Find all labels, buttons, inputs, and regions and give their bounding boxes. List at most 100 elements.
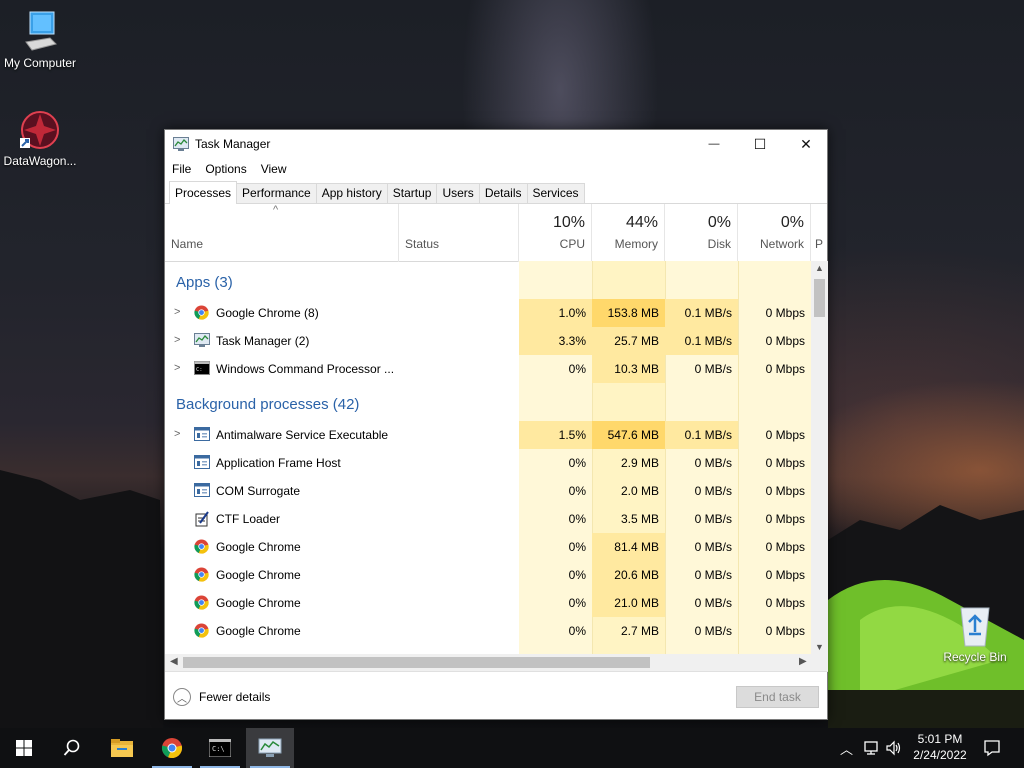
vertical-scrollbar[interactable]: ▲ ▼ [811, 261, 828, 654]
process-name: Windows Command Processor ... [216, 362, 395, 376]
process-network: 0 Mbps [765, 540, 805, 554]
process-disk: 0 MB/s [694, 484, 732, 498]
column-power-partial[interactable]: P [811, 204, 828, 262]
process-name: Google Chrome [216, 596, 301, 610]
taskbar-file-explorer[interactable] [98, 728, 146, 768]
taskbar-cmd[interactable]: C:\ [196, 728, 244, 768]
expand-chevron-icon[interactable]: > [174, 334, 180, 346]
svg-text:C:\: C:\ [212, 745, 225, 753]
process-row[interactable]: COM Surrogate 0% 2.0 MB 0 MB/s 0 Mbps [165, 477, 811, 505]
column-name[interactable]: ^ Name [165, 204, 399, 262]
process-cpu: 0% [568, 568, 586, 582]
menu-options[interactable]: Options [205, 162, 246, 176]
process-network: 0 Mbps [765, 428, 805, 442]
column-memory-label: Memory [614, 237, 658, 251]
scroll-thumb[interactable] [814, 279, 825, 317]
process-disk: 0 MB/s [694, 596, 732, 610]
expand-chevron-icon[interactable]: > [174, 306, 180, 318]
tab-services[interactable]: Services [526, 183, 585, 203]
process-name: CTF Loader [216, 512, 281, 526]
process-disk: 0 MB/s [694, 456, 732, 470]
process-network: 0 Mbps [765, 596, 805, 610]
process-network: 0 Mbps [765, 456, 805, 470]
close-button[interactable]: ✕ [783, 130, 829, 158]
process-row[interactable]: > Google Chrome (8) 1.0% 153.8 MB 0.1 MB/s 0 … [165, 299, 811, 327]
start-button[interactable] [0, 728, 48, 768]
taskbar: C:\ ︿ 5:01 PM 2/24/2022 [0, 728, 1024, 768]
column-cpu[interactable]: 10% CPU [519, 204, 592, 262]
search-button[interactable] [48, 728, 96, 768]
process-memory: 153.8 MB [592, 299, 665, 327]
process-row[interactable]: Google Chrome 0% 21.0 MB 0 MB/s 0 Mbps [165, 589, 811, 617]
service-icon [194, 483, 210, 498]
process-name: Task Manager (2) [216, 334, 310, 348]
process-row[interactable]: Application Frame Host 0% 2.9 MB 0 MB/s 0 Mb… [165, 449, 811, 477]
process-memory: 3.5 MB [620, 512, 659, 526]
tab-details[interactable]: Details [478, 183, 528, 203]
tab-performance[interactable]: Performance [236, 183, 317, 203]
scroll-up-icon[interactable]: ▲ [815, 263, 824, 273]
show-hidden-icons-chevron-icon[interactable]: ︿ [840, 739, 853, 758]
clock[interactable]: 5:01 PM 2/24/2022 [908, 731, 972, 763]
minimize-button[interactable]: — [691, 130, 737, 158]
hscroll-thumb[interactable] [183, 657, 650, 668]
process-row[interactable]: CTF Loader 0% 3.5 MB 0 MB/s 0 Mbps [165, 505, 811, 533]
task-manager-icon [173, 137, 189, 151]
process-cpu: 1.5% [519, 421, 592, 449]
horizontal-scrollbar[interactable]: ◀ ▶ [165, 654, 828, 671]
column-header: ^ Name Status 10% CPU 44% Memory 0% Disk… [165, 204, 827, 262]
column-status[interactable]: Status [399, 204, 519, 262]
menu-file[interactable]: File [172, 162, 191, 176]
expand-chevron-icon[interactable]: > [174, 428, 180, 440]
task-manager-window: Task Manager — ☐ ✕ File Options View Pro… [164, 129, 828, 720]
volume-icon[interactable] [886, 740, 902, 756]
footer-bar: ︿ Fewer details End task [165, 671, 828, 720]
process-memory: 2.0 MB [620, 484, 659, 498]
desktop-icon-recycle-bin[interactable]: Recycle Bin [935, 602, 1015, 664]
process-row[interactable]: > C: Windows Command Processor ... 0% 10.3 M… [165, 355, 811, 383]
process-memory: 21.0 MB [592, 589, 665, 617]
tab-startup[interactable]: Startup [386, 183, 438, 203]
group-header-apps: Apps (3) [176, 274, 233, 291]
maximize-button[interactable]: ☐ [737, 130, 783, 158]
column-name-label: Name [171, 237, 204, 251]
window-title: Task Manager [195, 137, 271, 151]
expand-chevron-icon[interactable]: > [174, 362, 180, 374]
column-disk[interactable]: 0% Disk [665, 204, 738, 262]
end-task-button[interactable]: End task [736, 686, 819, 708]
taskbar-chrome[interactable] [148, 728, 196, 768]
search-icon [63, 739, 80, 756]
scroll-down-icon[interactable]: ▼ [815, 642, 824, 652]
taskbar-task-manager[interactable] [246, 728, 294, 768]
menu-view[interactable]: View [261, 162, 287, 176]
task-manager-icon [194, 333, 210, 348]
process-cpu: 0% [568, 596, 586, 610]
tab-users[interactable]: Users [436, 183, 480, 203]
chrome-icon [194, 595, 209, 610]
process-row[interactable]: Google Chrome 0% 20.6 MB 0 MB/s 0 Mbps [165, 561, 811, 589]
scroll-right-icon[interactable]: ▶ [799, 656, 807, 667]
network-icon[interactable] [864, 740, 880, 756]
minimize-icon: — [708, 138, 720, 150]
process-name: Google Chrome [216, 540, 301, 554]
tab-processes[interactable]: Processes [169, 181, 238, 204]
scroll-left-icon[interactable]: ◀ [170, 656, 178, 667]
process-row[interactable]: Google Chrome 0% 2.7 MB 0 MB/s 0 Mbps [165, 617, 811, 645]
notification-icon[interactable] [983, 739, 1001, 757]
desktop-icon-my-computer[interactable]: My Computer [0, 10, 80, 70]
fewer-details-label: Fewer details [199, 690, 271, 704]
fewer-details-button[interactable]: ︿ Fewer details [173, 688, 270, 706]
process-memory: 20.6 MB [592, 561, 665, 589]
chrome-icon [194, 539, 209, 554]
process-cpu: 1.0% [519, 299, 592, 327]
process-row[interactable]: > Antimalware Service Executable 1.5% 547.6… [165, 421, 811, 449]
title-bar[interactable]: Task Manager — ☐ ✕ [165, 130, 827, 158]
column-network[interactable]: 0% Network [738, 204, 811, 262]
tab-app-history[interactable]: App history [315, 183, 388, 203]
column-memory[interactable]: 44% Memory [592, 204, 665, 262]
ctf-icon [194, 511, 209, 527]
process-network: 0 Mbps [765, 512, 805, 526]
process-row[interactable]: Google Chrome 0% 81.4 MB 0 MB/s 0 Mbps [165, 533, 811, 561]
desktop-icon-datawagon[interactable]: DataWagon... [0, 108, 80, 168]
process-row[interactable]: > Task Manager (2) 3.3% 25.7 MB 0.1 MB/s 0 Mb… [165, 327, 811, 355]
